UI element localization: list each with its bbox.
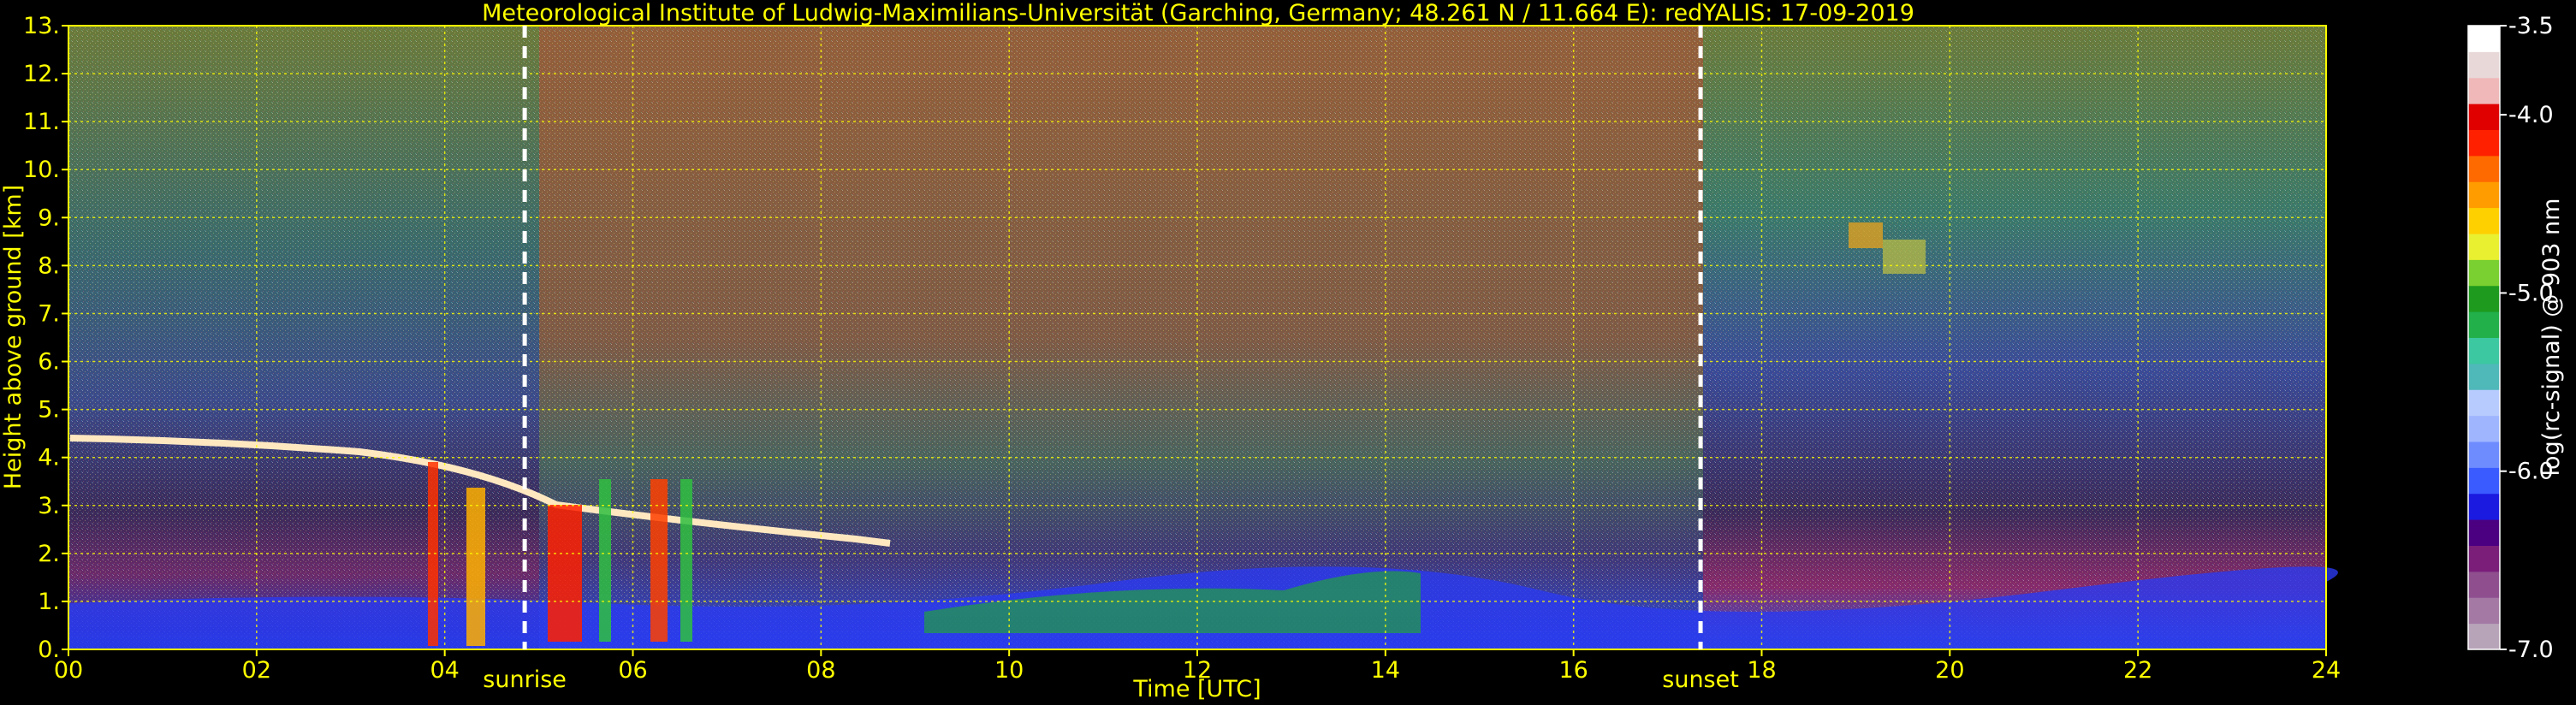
colorbar-segment [2468,441,2500,468]
colorbar-segment [2468,77,2500,104]
x-tick-label: 04 [430,657,459,684]
event-label: sunrise [483,666,567,693]
y-tick-label: 8. [38,252,60,279]
x-tick-label: 14 [1371,657,1400,684]
colorbar-segment [2468,104,2500,130]
colorbar-label: log(rc-signal) @ 903 nm [2538,198,2565,477]
event-label: sunset [1662,666,1739,693]
colorbar-segment [2468,519,2500,546]
colorbar-segment [2468,234,2500,260]
colorbar-tick-label: -7.0 [2508,637,2554,663]
x-tick-label: 24 [2312,657,2341,684]
colorbar-segment [2468,415,2500,442]
y-axis-ticks: 0.1.2.3.4.5.6.7.8.9.10.11.12.13. [23,13,68,663]
y-tick-label: 7. [38,300,60,327]
x-tick-label: 20 [1935,657,1964,684]
colorbar-segment [2468,26,2500,52]
colorbar-segment [2468,285,2500,312]
colorbar-segment [2468,597,2500,625]
colorbar-segment [2468,571,2500,598]
y-tick-label: 13. [23,13,60,39]
y-tick-label: 6. [38,349,60,376]
colorbar-segment [2468,51,2500,79]
colorbar-segment [2468,155,2500,182]
colorbar-segment [2468,207,2500,234]
colorbar-segment [2468,181,2500,209]
x-tick-label: 08 [806,657,835,684]
y-tick-label: 3. [38,493,60,519]
x-tick-label: 16 [1558,657,1588,684]
x-tick-label: 22 [2123,657,2152,684]
colorbar-segment [2468,363,2500,390]
y-tick-label: 2. [38,541,60,567]
colorbar-segment [2468,389,2500,417]
colorbar-segment [2468,129,2500,157]
y-tick-label: 10. [23,157,60,183]
x-tick-label: 02 [242,657,271,684]
x-axis-label: Time [UTC] [1132,676,1261,702]
y-tick-label: 4. [38,445,60,471]
colorbar-segment [2468,623,2500,650]
colorbar-tick-label: -3.5 [2508,13,2554,39]
y-tick-label: 5. [38,397,60,424]
colorbar-tick-label: -4.0 [2508,102,2554,128]
lidar-chart: Meteorological Institute of Ludwig-Maxim… [0,0,2565,702]
colorbar-segment [2468,493,2500,520]
colorbar [2467,25,2501,650]
colorbar-segment [2468,337,2500,364]
y-tick-label: 12. [23,61,60,87]
x-tick-label: 00 [54,657,83,684]
y-tick-label: 1. [38,589,60,615]
colorbar-segment [2468,467,2500,495]
y-tick-label: 9. [38,204,60,231]
chart-title: Meteorological Institute of Ludwig-Maxim… [482,0,1914,27]
y-tick-label: 11. [23,109,60,135]
colorbar-segment [2468,311,2500,338]
x-tick-label: 06 [618,657,647,684]
y-axis-label: Height above ground [km] [0,185,27,489]
colorbar-segment [2468,545,2500,572]
colorbar-segment [2468,259,2500,287]
x-tick-label: 10 [994,657,1024,684]
plot-area [68,26,2338,649]
x-tick-label: 18 [1747,657,1776,684]
